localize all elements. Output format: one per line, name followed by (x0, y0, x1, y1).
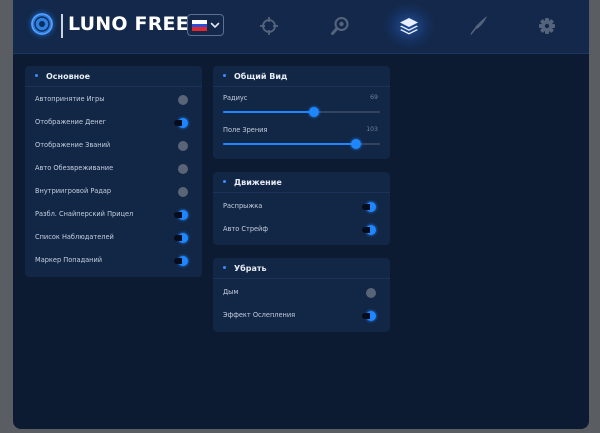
slider-value: 103 (366, 126, 378, 133)
toggle-off[interactable] (178, 164, 188, 174)
tab-skins[interactable] (468, 14, 490, 38)
option-row[interactable]: Внутриигровой Радар (35, 185, 192, 199)
crosshair-icon (260, 17, 278, 35)
tab-esp[interactable] (329, 14, 351, 38)
toggle-on[interactable] (362, 225, 376, 235)
option-label: Отображение Денег (35, 118, 107, 126)
toggle-on[interactable] (174, 118, 188, 128)
slider[interactable]: Поле Зрения 103 (223, 126, 380, 152)
option-label: Авто Стрейф (223, 225, 268, 233)
toggle-on[interactable] (174, 210, 188, 220)
option-label: Распрыжка (223, 202, 263, 210)
toggle-on[interactable] (174, 233, 188, 243)
logo-icon (31, 13, 53, 35)
option-row[interactable]: Дым (223, 286, 380, 300)
slider-thumb[interactable] (309, 107, 320, 117)
bullet-icon (223, 74, 226, 77)
slider-fill (223, 111, 315, 113)
toggle-off[interactable] (178, 95, 188, 105)
toggle-on[interactable] (174, 256, 188, 266)
panel-view: Общий Вид Радиус 69 Поле Зрения 103 (213, 66, 390, 159)
slider-fill (223, 143, 357, 145)
chevron-down-icon (210, 22, 220, 28)
toggle-on[interactable] (362, 311, 376, 321)
language-selector[interactable] (187, 14, 224, 36)
bullet-icon (223, 180, 226, 183)
brand-title: LUNO FREE (68, 13, 189, 35)
panel-movement: Движение Распрыжка Авто Стрейф (213, 172, 390, 245)
tab-settings[interactable] (536, 14, 558, 38)
slider[interactable]: Радиус 69 (223, 94, 380, 120)
toggle-off[interactable] (178, 141, 188, 151)
option-row[interactable]: Отображение Денег (35, 116, 192, 130)
panel-remove-title: Убрать (223, 264, 267, 278)
top-bar: LUNO FREE (13, 0, 589, 54)
gear-icon (539, 18, 555, 34)
option-label: Автопринятие Игры (35, 95, 105, 103)
option-label: Авто Обезвреживание (35, 164, 114, 172)
slider-value: 69 (370, 94, 378, 101)
knife-icon (470, 16, 487, 36)
slider-label: Радиус (223, 94, 248, 102)
app-window: LUNO FREE Основное Автопринятие Игры Ото… (13, 0, 589, 429)
option-label: Разбл. Снайперский Прицел (35, 210, 134, 218)
option-label: Дым (223, 288, 239, 296)
tab-misc[interactable] (382, 2, 436, 50)
toggle-off[interactable] (178, 187, 188, 197)
panel-main-title: Основное (35, 72, 90, 86)
toggle-on[interactable] (362, 202, 376, 212)
option-row[interactable]: Эффект Ослепления (223, 309, 380, 323)
option-label: Отображение Званий (35, 141, 111, 149)
option-row[interactable]: Маркер Попаданий (35, 254, 192, 268)
bullet-icon (35, 74, 38, 77)
option-row[interactable]: Список Наблюдателей (35, 231, 192, 245)
option-label: Внутриигровой Радар (35, 187, 112, 195)
option-row[interactable]: Отображение Званий (35, 139, 192, 153)
slider-label: Поле Зрения (223, 126, 268, 134)
option-row[interactable]: Автопринятие Игры (35, 93, 192, 107)
option-row[interactable]: Авто Стрейф (223, 223, 380, 237)
logo-divider (61, 14, 63, 38)
option-row[interactable]: Разбл. Снайперский Прицел (35, 208, 192, 222)
panel-movement-title: Движение (223, 178, 282, 192)
russia-flag-icon (192, 20, 207, 32)
option-label: Список Наблюдателей (35, 233, 114, 241)
bullet-icon (223, 266, 226, 269)
panel-remove: Убрать Дым Эффект Ослепления (213, 258, 390, 332)
option-label: Маркер Попаданий (35, 256, 103, 264)
option-label: Эффект Ослепления (223, 311, 296, 319)
toggle-off[interactable] (366, 288, 376, 298)
option-row[interactable]: Распрыжка (223, 200, 380, 214)
option-row[interactable]: Авто Обезвреживание (35, 162, 192, 176)
layers-icon (400, 18, 418, 35)
magnifier-icon (331, 17, 349, 35)
slider-thumb[interactable] (351, 139, 362, 149)
panel-main: Основное Автопринятие Игры Отображение Де… (25, 66, 202, 277)
tab-aim[interactable] (258, 14, 280, 38)
panel-view-title: Общий Вид (223, 72, 287, 86)
